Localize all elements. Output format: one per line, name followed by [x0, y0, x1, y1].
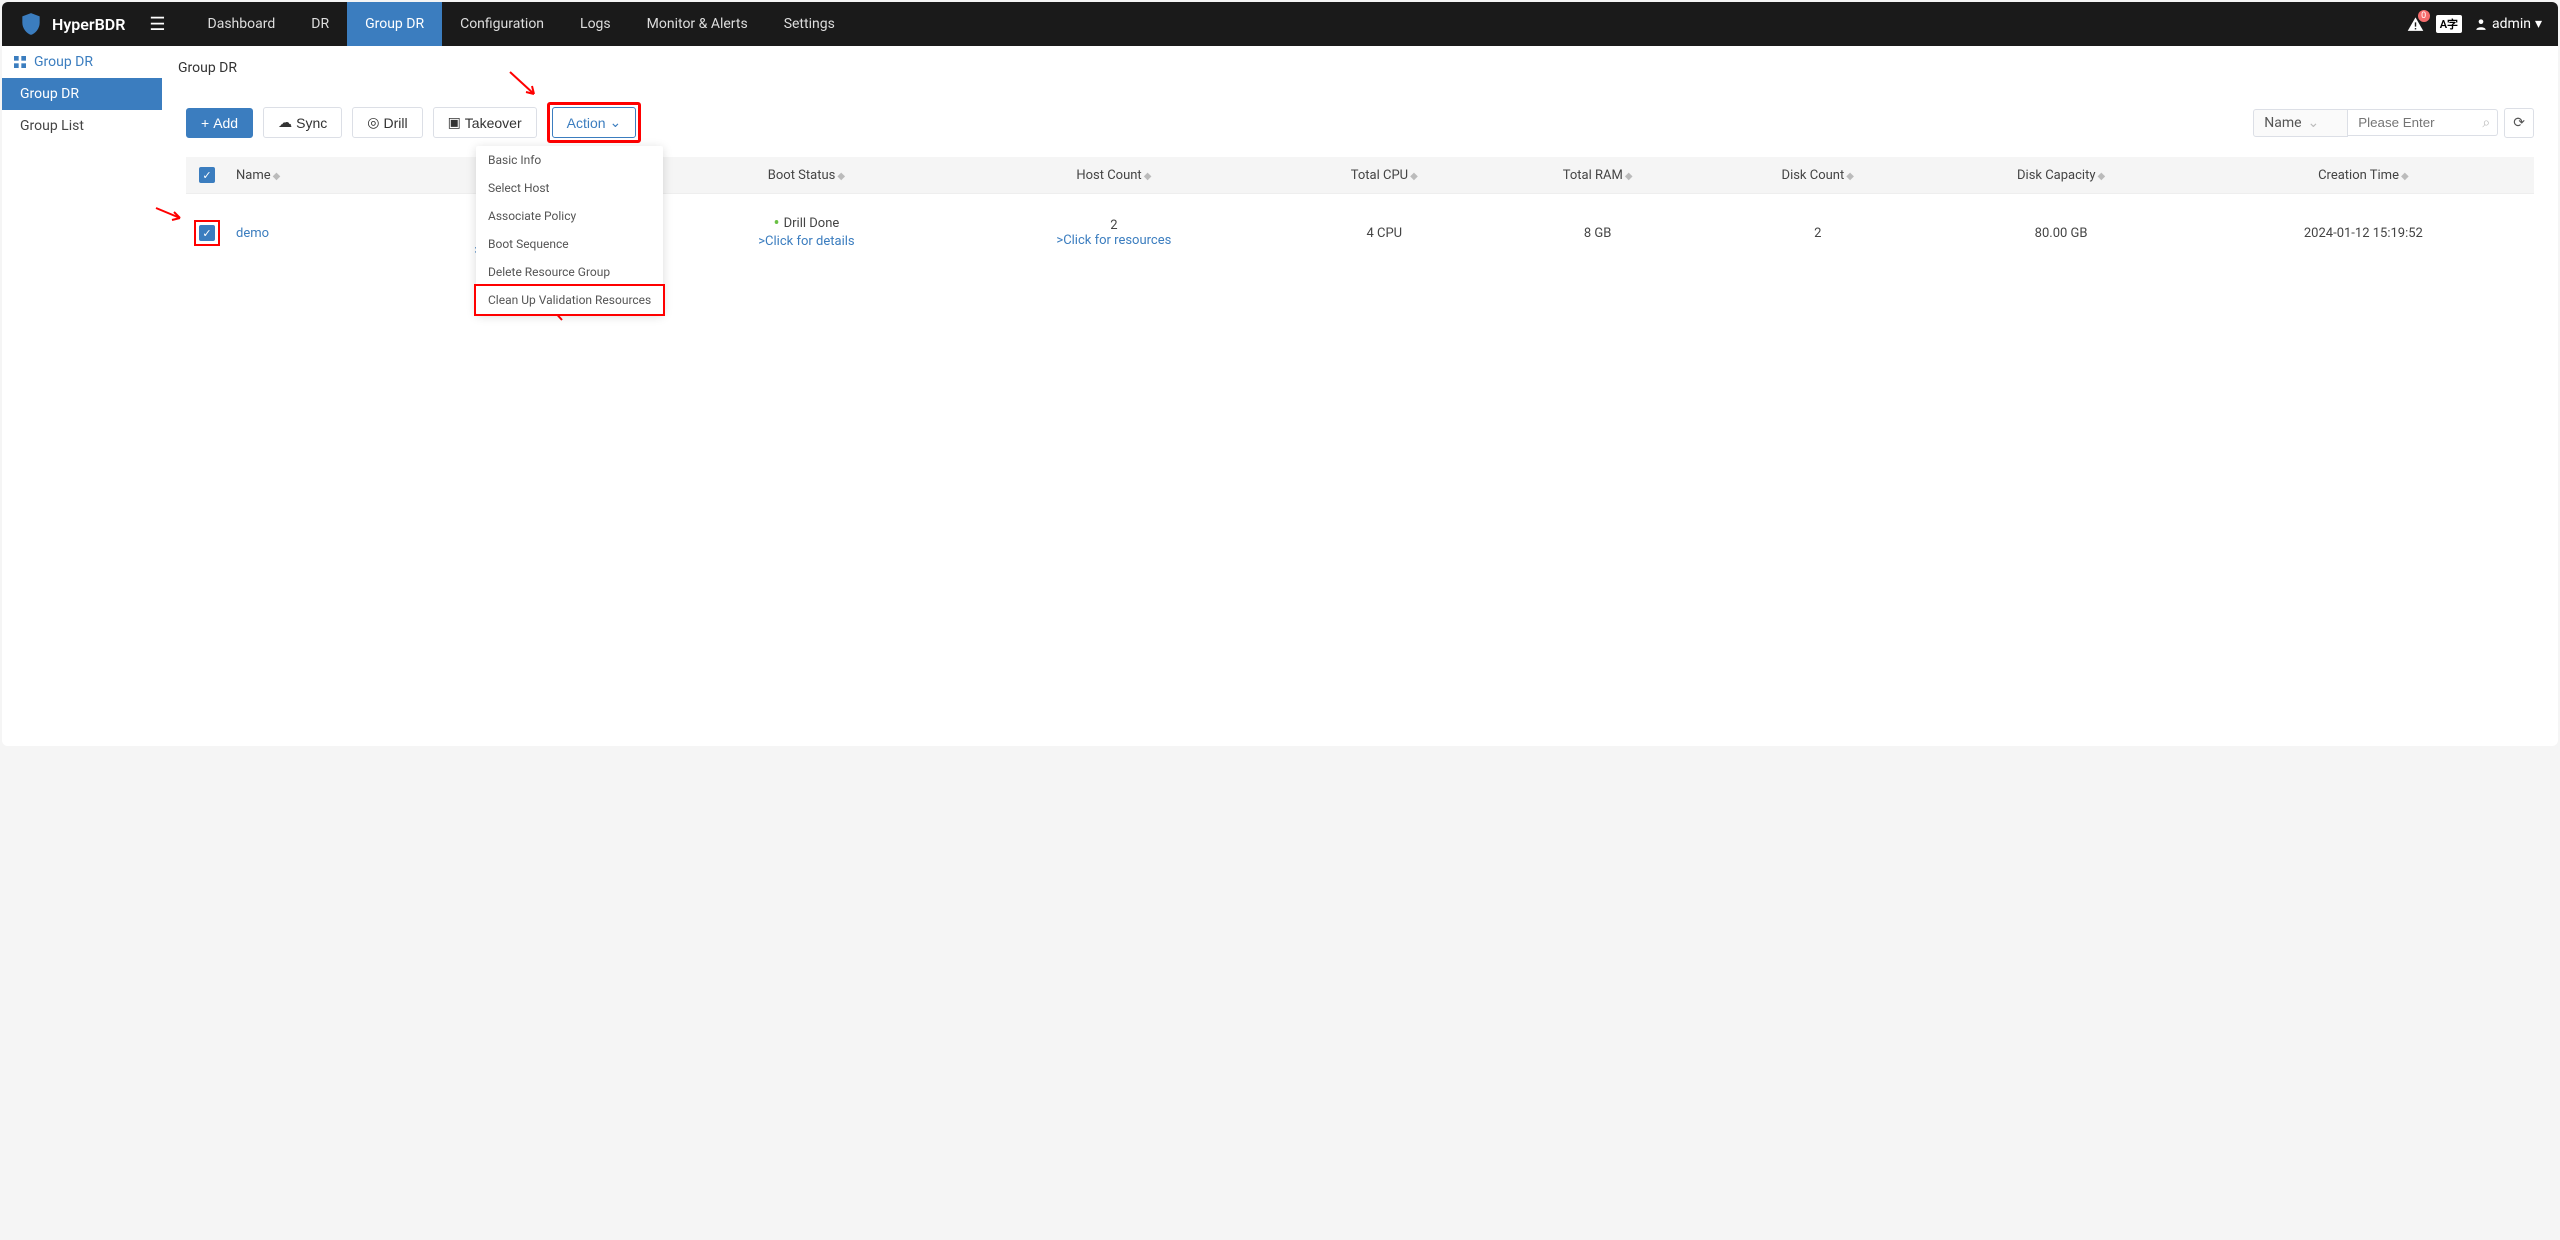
- action-button[interactable]: Action ⌄: [552, 107, 637, 138]
- nav-dashboard[interactable]: Dashboard: [190, 2, 294, 46]
- target-icon: ◎: [367, 114, 379, 131]
- shield-icon: [18, 11, 44, 37]
- chevron-down-icon: ⌄: [610, 114, 622, 131]
- search-field-select[interactable]: Name ⌄: [2253, 109, 2348, 137]
- row-checkbox[interactable]: ✓: [199, 225, 215, 241]
- sidebar-item-group-dr[interactable]: Group DR: [2, 78, 162, 110]
- nav-items: Dashboard DR Group DR Configuration Logs…: [190, 2, 853, 46]
- select-all-checkbox[interactable]: ✓: [199, 167, 215, 183]
- toolbar: + Add ☁ Sync ◎ Drill ▣ Takeover Ac: [186, 102, 2534, 143]
- col-creation-time[interactable]: Creation Time◆: [2193, 157, 2534, 194]
- action-clean-up-validation-resources[interactable]: Clean Up Validation Resources: [474, 284, 665, 316]
- action-basic-info[interactable]: Basic Info: [476, 146, 663, 174]
- chevron-down-icon: ▾: [2535, 16, 2542, 32]
- search-field-label: Name: [2264, 115, 2301, 131]
- sync-button[interactable]: ☁ Sync: [263, 107, 342, 138]
- total-cpu-value: 4 CPU: [1279, 194, 1489, 273]
- language-switch[interactable]: A字: [2436, 15, 2462, 33]
- user-menu[interactable]: admin ▾: [2474, 16, 2542, 32]
- top-navbar: HyperBDR ☰ Dashboard DR Group DR Configu…: [2, 2, 2558, 46]
- brand: HyperBDR: [18, 11, 125, 37]
- refresh-icon: ⟳: [2513, 115, 2525, 131]
- monitor-icon: ▣: [448, 114, 461, 131]
- creation-time-value: 2024-01-12 15:19:52: [2193, 194, 2534, 273]
- disk-count-value: 2: [1706, 194, 1929, 273]
- alert-badge: 0: [2418, 10, 2430, 22]
- refresh-button[interactable]: ⟳: [2504, 108, 2534, 138]
- sidebar-title-text: Group DR: [34, 54, 93, 70]
- annotation-highlight-action: Action ⌄: [547, 102, 642, 143]
- grid-icon: [12, 54, 28, 70]
- boot-details-link[interactable]: >Click for details: [758, 234, 854, 249]
- plus-icon: +: [201, 115, 209, 131]
- takeover-button-label: Takeover: [465, 115, 522, 131]
- sidebar: Group DR Group DR Group List: [2, 46, 162, 746]
- col-disk-capacity[interactable]: Disk Capacity◆: [1929, 157, 2192, 194]
- nav-dr[interactable]: DR: [293, 2, 347, 46]
- hamburger-icon[interactable]: ☰: [149, 14, 165, 35]
- sidebar-title: Group DR: [2, 46, 162, 78]
- page-title: Group DR: [174, 46, 2546, 90]
- host-resources-link[interactable]: >Click for resources: [1056, 233, 1171, 248]
- nav-logs[interactable]: Logs: [562, 2, 629, 46]
- search-icon[interactable]: ⌕: [2482, 115, 2490, 131]
- user-name: admin: [2492, 16, 2531, 32]
- alerts-icon[interactable]: 0: [2407, 16, 2424, 33]
- nav-group-dr[interactable]: Group DR: [347, 2, 442, 46]
- cloud-icon: ☁: [278, 114, 292, 131]
- add-button[interactable]: + Add: [186, 108, 253, 138]
- action-delete-resource-group[interactable]: Delete Resource Group: [476, 258, 663, 286]
- total-ram-value: 8 GB: [1489, 194, 1706, 273]
- boot-status-line1: •Drill Done: [672, 215, 940, 233]
- row-name-link[interactable]: demo: [236, 226, 269, 241]
- action-boot-sequence[interactable]: Boot Sequence: [476, 230, 663, 258]
- nav-monitor-alerts[interactable]: Monitor & Alerts: [629, 2, 766, 46]
- add-button-label: Add: [213, 115, 238, 131]
- action-associate-policy[interactable]: Associate Policy: [476, 202, 663, 230]
- nav-configuration[interactable]: Configuration: [442, 2, 562, 46]
- col-name[interactable]: Name◆: [228, 157, 381, 194]
- disk-capacity-value: 80.00 GB: [1929, 194, 2192, 273]
- col-boot-status[interactable]: Boot Status◆: [664, 157, 948, 194]
- host-count-value: 2: [956, 218, 1271, 233]
- takeover-button[interactable]: ▣ Takeover: [433, 107, 537, 138]
- drill-button-label: Drill: [383, 115, 407, 131]
- col-total-ram[interactable]: Total RAM◆: [1489, 157, 1706, 194]
- col-host-count[interactable]: Host Count◆: [948, 157, 1279, 194]
- action-dropdown: Basic Info Select Host Associate Policy …: [476, 146, 663, 314]
- action-button-label: Action: [567, 115, 606, 131]
- sidebar-item-group-list[interactable]: Group List: [2, 110, 162, 142]
- user-icon: [2474, 17, 2488, 31]
- annotation-highlight-checkbox: ✓: [194, 220, 220, 246]
- search-input[interactable]: [2348, 109, 2498, 136]
- sync-button-label: Sync: [296, 115, 327, 131]
- nav-settings[interactable]: Settings: [766, 2, 853, 46]
- action-select-host[interactable]: Select Host: [476, 174, 663, 202]
- col-total-cpu[interactable]: Total CPU◆: [1279, 157, 1489, 194]
- drill-button[interactable]: ◎ Drill: [352, 107, 422, 138]
- col-disk-count[interactable]: Disk Count◆: [1706, 157, 1929, 194]
- brand-text: HyperBDR: [52, 15, 125, 34]
- chevron-down-icon: ⌄: [2308, 115, 2320, 131]
- main-card: + Add ☁ Sync ◎ Drill ▣ Takeover Ac: [174, 90, 2546, 285]
